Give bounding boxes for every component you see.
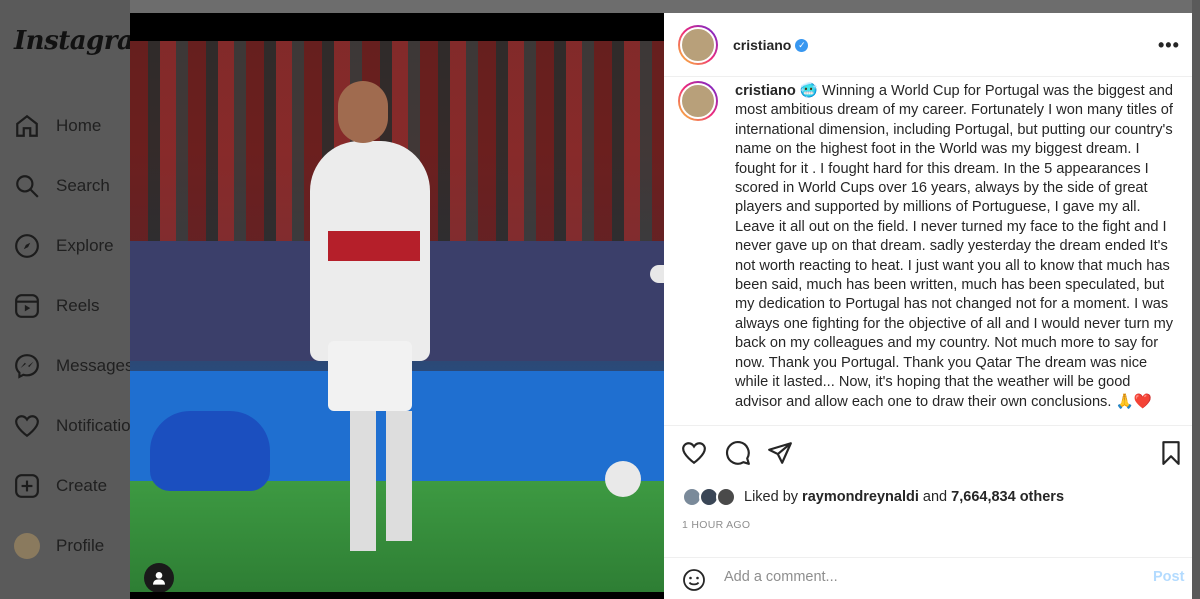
- caption: cristiano 🥶 Winning a World Cup for Portu…: [735, 82, 1175, 412]
- sidebar-item-home[interactable]: Home: [14, 111, 101, 141]
- reels-icon: [15, 294, 39, 318]
- photo-player-shorts: [328, 341, 412, 411]
- caption-username[interactable]: cristiano: [735, 83, 796, 99]
- share-icon[interactable]: [767, 440, 793, 466]
- likes-prefix: Liked by: [744, 489, 799, 505]
- heart-icon: [15, 415, 39, 438]
- post-header: cristiano ✓ •••: [664, 13, 1192, 77]
- avatar: [14, 533, 40, 559]
- photo-ball: [605, 461, 641, 497]
- likes-summary: Liked by raymondreynaldi and 7,664,834 o…: [682, 483, 1064, 511]
- messenger-icon: [15, 354, 39, 379]
- liked-by-user[interactable]: raymondreynaldi: [802, 489, 919, 505]
- likes-count[interactable]: 7,664,834 others: [951, 489, 1064, 505]
- sidebar-item-label: Search: [56, 176, 110, 195]
- caption-text: 🥶 Winning a World Cup for Portugal was t…: [735, 83, 1174, 410]
- user-icon: [153, 572, 165, 585]
- emoji-icon[interactable]: [682, 568, 706, 592]
- sidebar-item-label: Create: [56, 476, 108, 495]
- post-media[interactable]: [130, 13, 664, 599]
- comment-input[interactable]: [724, 569, 1124, 585]
- photo-fallen-player: [150, 411, 270, 491]
- post-details-panel: cristiano ✓ ••• cristiano 🥶 Winning a Worl…: [664, 13, 1192, 599]
- sidebar-item-search[interactable]: Search: [14, 171, 110, 201]
- sidebar-item-label: Messages: [56, 356, 134, 375]
- next-arrow-button[interactable]: [650, 265, 664, 283]
- home-icon: [16, 114, 38, 137]
- sidebar-item-explore[interactable]: Explore: [14, 231, 114, 261]
- sidebar-item-label: Explore: [56, 236, 114, 255]
- author-avatar[interactable]: [678, 25, 718, 65]
- sidebar-item-reels[interactable]: Reels: [14, 291, 99, 321]
- photo-player-leg: [386, 411, 412, 541]
- sidebar-item-label: Reels: [56, 296, 100, 315]
- comment-bar: Post: [664, 557, 1192, 599]
- sidebar-item-notifications[interactable]: Notificatio: [14, 411, 131, 441]
- user-tag-button[interactable]: [144, 563, 174, 592]
- bookmark-icon[interactable]: [1158, 440, 1184, 466]
- caption-scroll[interactable]: cristiano 🥶 Winning a World Cup for Portu…: [664, 77, 1192, 419]
- post-timestamp[interactable]: 1 HOUR AGO: [682, 519, 750, 531]
- search-icon: [16, 175, 39, 198]
- photo-player-leg: [350, 411, 376, 551]
- caption-avatar[interactable]: [678, 81, 718, 121]
- sidebar-item-label: Home: [56, 116, 102, 135]
- sidebar-item-label: Notificatio: [56, 416, 131, 435]
- sidebar-item-create[interactable]: Create: [14, 471, 107, 501]
- sidebar-item-profile[interactable]: Profile: [14, 531, 104, 561]
- like-heart-icon[interactable]: [681, 440, 707, 466]
- comment-icon[interactable]: [725, 440, 751, 466]
- compass-icon: [15, 234, 39, 258]
- likes-and: and: [922, 489, 948, 505]
- sidebar: Instagram Home Search Explore Reels Mess…: [0, 0, 161, 599]
- overlay-backdrop[interactable]: [1192, 0, 1200, 599]
- sidebar-item-messages[interactable]: Messages: [14, 351, 133, 381]
- post-comment-button[interactable]: Post: [1153, 569, 1184, 585]
- more-options-icon[interactable]: •••: [1158, 35, 1180, 56]
- post-actions: [664, 425, 1192, 481]
- photo-player-head: [338, 81, 388, 143]
- photo-player-stripe: [328, 231, 420, 261]
- overlay-backdrop[interactable]: [130, 0, 1200, 13]
- plus-square-icon: [15, 474, 39, 498]
- sidebar-item-label: Profile: [56, 536, 105, 555]
- author-info: cristiano ✓: [733, 37, 809, 55]
- verified-badge-icon: ✓: [795, 39, 809, 53]
- author-username[interactable]: cristiano: [733, 37, 791, 53]
- post-photo: [130, 41, 664, 592]
- liker-avatars[interactable]: [682, 485, 740, 509]
- avatar: [716, 487, 736, 507]
